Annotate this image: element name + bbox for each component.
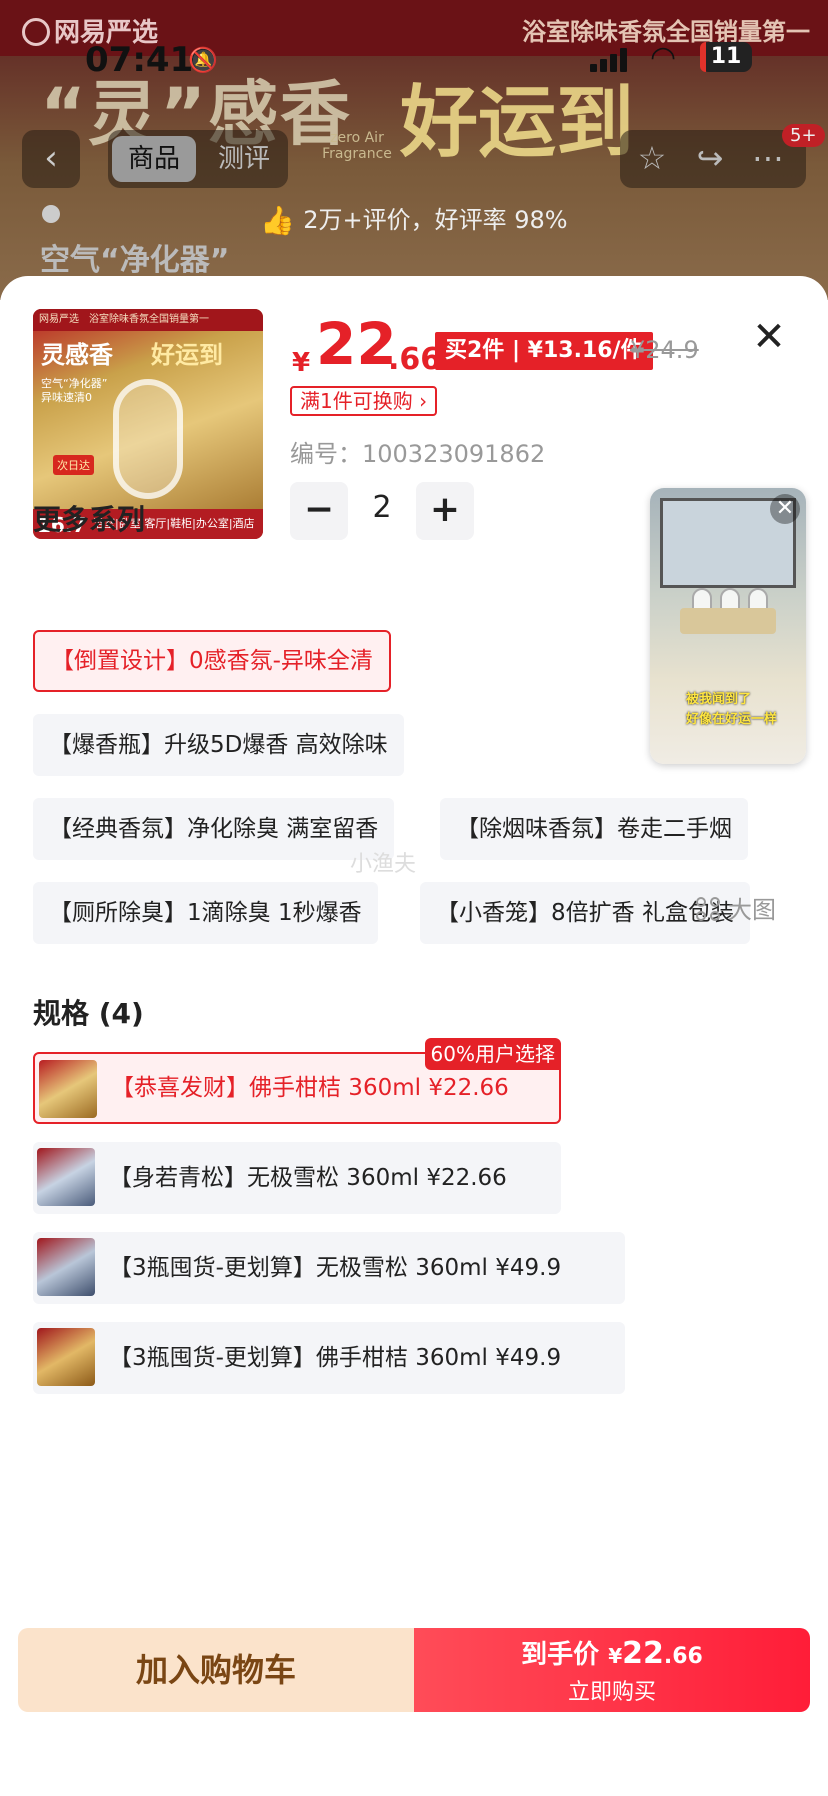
spec-label: 【身若青松】无极雪松 360ml ¥22.66 xyxy=(109,1165,507,1191)
more-icon[interactable]: ⋯ xyxy=(748,138,788,178)
hero-subtext: 空气“净化器” xyxy=(40,243,230,278)
video-caption-1: 被我闻到了 xyxy=(686,692,752,707)
share-icon[interactable]: ↪ xyxy=(690,138,730,178)
spec-thumbnail xyxy=(37,1328,95,1386)
rating-summary: 👍 2万+评价，好评率 98% xyxy=(0,200,828,237)
thumbs-up-icon: 👍 xyxy=(260,204,296,237)
quantity-decrease-button[interactable]: − xyxy=(290,482,348,540)
chevron-left-icon: ‹ xyxy=(44,138,58,178)
buy-price-int: 22 xyxy=(622,1636,664,1671)
buy-currency: ¥ xyxy=(608,1644,623,1668)
video-caption-2: 好像在好运一样 xyxy=(686,712,778,727)
buy-now-label: 立即购买 xyxy=(567,1680,656,1705)
favorite-star-icon[interactable]: ☆ xyxy=(632,138,672,178)
rating-text: 2万+评价，好评率 98% xyxy=(303,206,568,234)
sku-selector-sheet: 网易严选 浴室除味香氛全国销量第一 灵感香 好运到 空气“净化器” 异味速清0 … xyxy=(0,276,828,1796)
nav-tabs: 商品 测评 xyxy=(108,130,288,188)
spec-label: 【3瓶囤货-更划算】佛手柑桔 360ml ¥49.9 xyxy=(109,1345,562,1371)
price-currency: ¥ xyxy=(292,348,311,378)
close-sheet-button[interactable]: ✕ xyxy=(750,317,788,357)
battery-indicator: 11 xyxy=(700,42,752,72)
top-nav: ‹ 商品 测评 ☆ ↪ ⋯ 5+ xyxy=(0,124,828,190)
big-view-toggle[interactable]: 大图 xyxy=(696,890,776,925)
spec-option[interactable]: 【恭喜发财】佛手柑桔 360ml ¥22.66 60%用户选择 xyxy=(33,1038,561,1124)
thumb-headline-1: 灵感香 xyxy=(41,341,113,369)
exchange-offer-link[interactable]: 满1件可换购 › xyxy=(290,386,438,416)
add-to-cart-button[interactable]: 加入购物车 xyxy=(18,1628,414,1712)
status-bar: 07:41 🔕 ◠ 11 xyxy=(0,40,828,80)
spec-option[interactable]: 【3瓶囤货-更划算】佛手柑桔 360ml ¥49.9 xyxy=(33,1322,625,1394)
price-decimal: .66 xyxy=(388,342,442,377)
buy-prefix: 到手价 xyxy=(521,1640,600,1670)
popular-choice-badge: 60%用户选择 xyxy=(424,1038,561,1070)
signal-icon xyxy=(590,48,628,72)
watermark: 小渔夫 xyxy=(350,852,417,877)
video-table xyxy=(680,608,776,634)
tab-goods[interactable]: 商品 xyxy=(112,136,197,182)
big-view-label: 大图 xyxy=(728,896,776,924)
thumb-brandbar: 网易严选 浴室除味香氛全国销量第一 xyxy=(33,309,263,331)
tab-review[interactable]: 测评 xyxy=(202,136,286,182)
thumb-tag: 浴室除味香氛全国销量第一 xyxy=(89,314,209,325)
back-button[interactable]: ‹ xyxy=(22,130,80,188)
quantity-value[interactable]: 2 xyxy=(360,490,404,525)
spec-option[interactable]: 【3瓶囤货-更划算】无极雪松 360ml ¥49.9 xyxy=(33,1232,625,1304)
grid-icon xyxy=(696,897,722,923)
spec-thumbnail xyxy=(37,1148,95,1206)
thumb-desc: 空气“净化器” 异味速清0 xyxy=(41,377,108,404)
video-close-button[interactable]: ✕ xyxy=(770,494,800,524)
spec-title: 规格 (4) xyxy=(33,997,144,1030)
wifi-icon: ◠ xyxy=(650,40,677,75)
spec-label: 【3瓶囤货-更划算】无极雪松 360ml ¥49.9 xyxy=(109,1255,562,1281)
original-price: ¥24.9 xyxy=(630,336,699,364)
bottle-graphic xyxy=(113,379,183,499)
spec-thumbnail xyxy=(39,1060,97,1118)
quantity-increase-button[interactable]: + xyxy=(416,482,474,540)
floating-video-player[interactable]: 被我闻到了 好像在好运一样 ✕ xyxy=(650,488,806,764)
series-chip[interactable]: 【厕所除臭】1滴除臭 1秒爆香 xyxy=(33,882,378,944)
status-time: 07:41 xyxy=(85,40,194,80)
series-title: 更多系列 xyxy=(33,503,146,536)
cart-badge: 5+ xyxy=(782,124,825,147)
nav-actions: ☆ ↪ ⋯ xyxy=(620,130,806,188)
thumb-brand: 网易严选 xyxy=(39,314,79,325)
price-integer: 22 xyxy=(316,310,397,378)
buy-now-button[interactable]: 到手价 ¥22.66 立即购买 xyxy=(414,1628,810,1712)
thumb-delivery: 次日达 xyxy=(53,455,94,475)
spec-option[interactable]: 【身若青松】无极雪松 360ml ¥22.66 xyxy=(33,1142,561,1214)
sku-code: 编号：100323091862 xyxy=(290,440,546,468)
silent-bell-icon: 🔕 xyxy=(188,46,218,74)
series-chip[interactable]: 【倒置设计】0感香氛-异味全清 xyxy=(33,630,391,692)
close-icon: ✕ xyxy=(752,314,786,360)
buy-price-dec: .66 xyxy=(663,1644,703,1669)
series-chip[interactable]: 【经典香氛】净化除臭 满室留香 xyxy=(33,798,395,860)
buy-price-line: 到手价 ¥22.66 xyxy=(414,1634,810,1671)
series-chip[interactable]: 【爆香瓶】升级5D爆香 高效除味 xyxy=(33,714,404,776)
series-chip[interactable]: 【除烟味香氛】卷走二手烟 xyxy=(440,798,748,860)
spec-thumbnail xyxy=(37,1238,95,1296)
thumb-headline-2: 好运到 xyxy=(151,341,223,369)
bundle-promo-badge: 买2件 | ¥13.16/件 xyxy=(435,332,653,370)
